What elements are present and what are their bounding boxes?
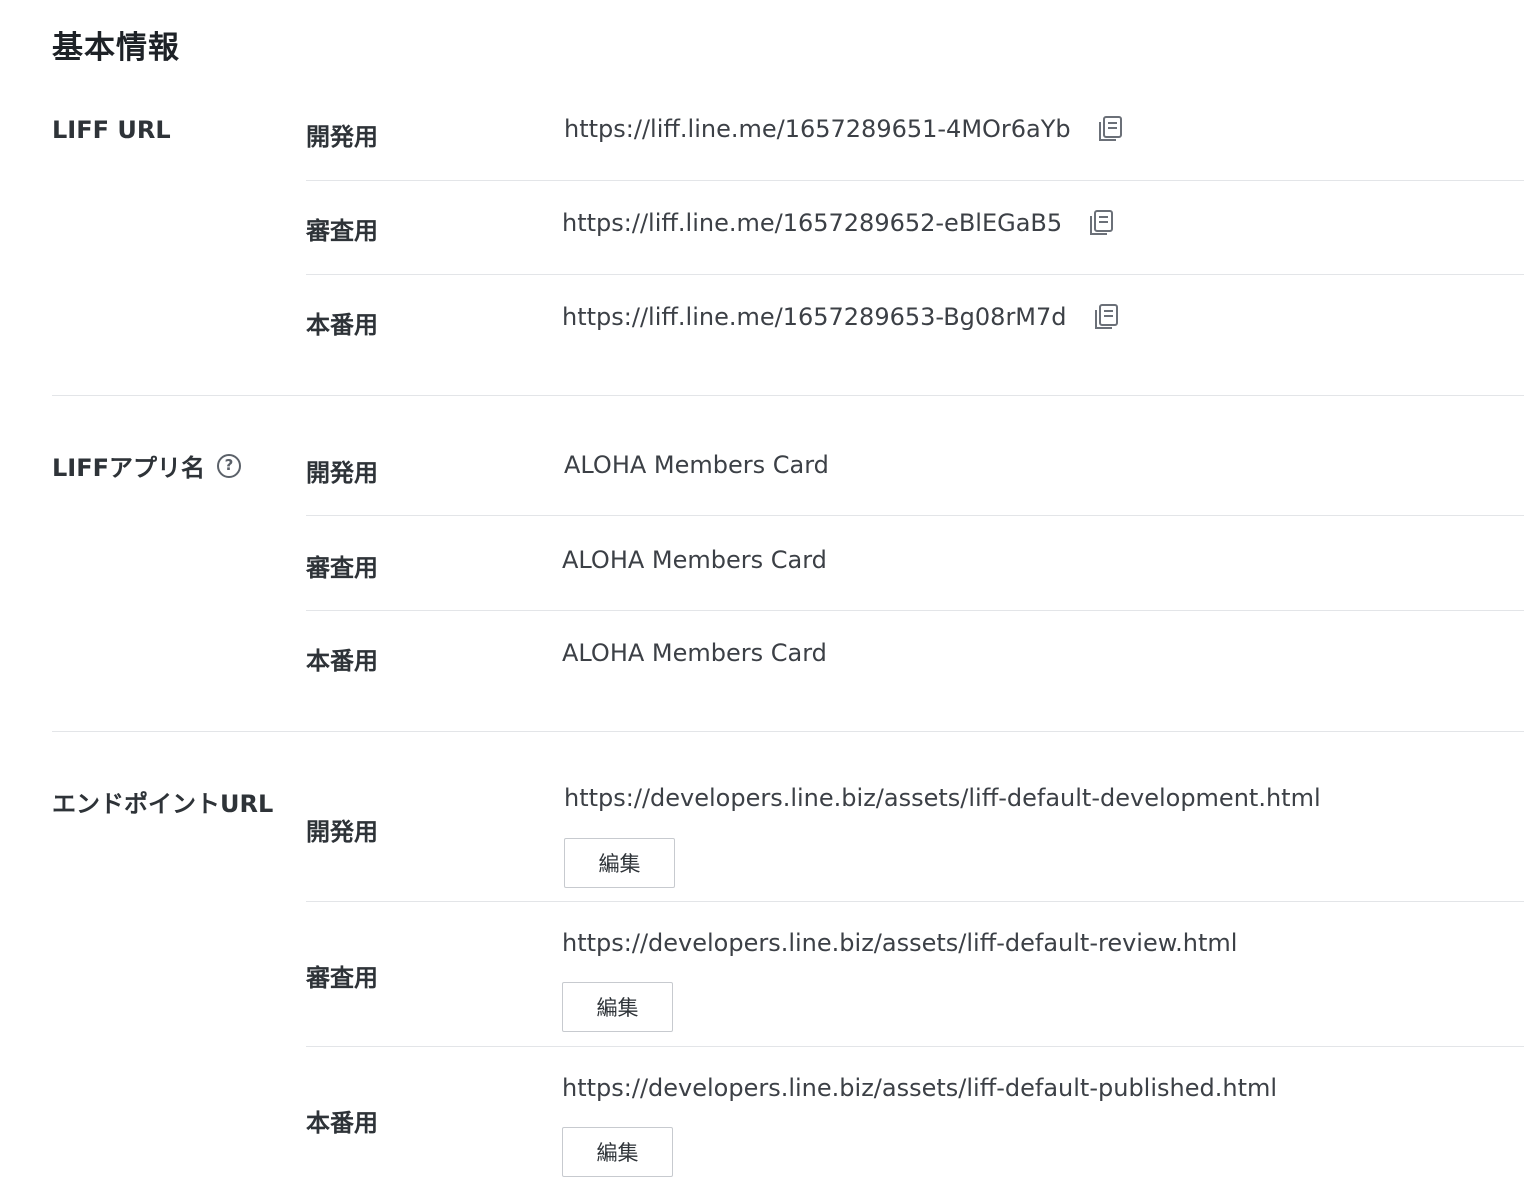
help-icon[interactable]: ? [217, 453, 242, 478]
liff-url-text[interactable]: https://liff.line.me/1657289651-4MOr6aYb [564, 115, 1071, 143]
liff-url-row-development: 開発用 https://liff.line.me/1657289651-4MOr… [306, 90, 1524, 181]
liff-url-value-review: https://liff.line.me/1657289652-eBlEGaB5 [562, 209, 1114, 237]
app-name-value-development: ALOHA Members Card [564, 451, 829, 479]
env-label-development: 開発用 [306, 459, 378, 487]
env-label-review: 審査用 [306, 554, 378, 582]
app-name-value-production: ALOHA Members Card [562, 639, 827, 667]
liff-url-value-development: https://liff.line.me/1657289651-4MOr6aYb [564, 115, 1123, 143]
copy-icon[interactable] [1097, 115, 1123, 143]
app-name-text: ALOHA Members Card [562, 546, 827, 574]
liff-app-name-label-text: LIFFアプリ名 [52, 454, 206, 482]
env-label-review: 審査用 [306, 964, 378, 992]
endpoint-url-text: https://developers.line.biz/assets/liff-… [564, 784, 1321, 812]
edit-button[interactable]: 編集 [562, 982, 673, 1032]
endpoint-row-review: 審査用 https://developers.line.biz/assets/l… [306, 902, 1524, 1047]
app-name-text: ALOHA Members Card [562, 639, 827, 667]
liff-url-text[interactable]: https://liff.line.me/1657289653-Bg08rM7d [562, 303, 1067, 331]
liff-url-text[interactable]: https://liff.line.me/1657289652-eBlEGaB5 [562, 209, 1062, 237]
copy-icon[interactable] [1088, 209, 1114, 237]
endpoint-url-label-text: エンドポイントURL [52, 790, 274, 818]
env-label-development: 開発用 [306, 818, 378, 846]
liff-url-label-text: LIFF URL [52, 116, 171, 144]
liff-url-group: LIFF URL 開発用 https://liff.line.me/165728… [52, 90, 1524, 396]
env-label-review: 審査用 [306, 217, 378, 245]
edit-button[interactable]: 編集 [564, 838, 675, 888]
edit-button[interactable]: 編集 [562, 1127, 673, 1177]
liff-url-label: LIFF URL [52, 116, 171, 144]
env-label-production: 本番用 [306, 311, 378, 339]
endpoint-value-development: https://developers.line.biz/assets/liff-… [564, 784, 1321, 812]
basic-info-page: 基本情報 LIFF URL 開発用 https://liff.line.me/1… [0, 0, 1524, 1202]
liff-app-name-label: LIFFアプリ名 ? [52, 448, 242, 483]
section-title: 基本情報 [52, 30, 180, 66]
liff-url-row-production: 本番用 https://liff.line.me/1657289653-Bg08… [306, 275, 1524, 395]
copy-icon[interactable] [1093, 303, 1119, 331]
liff-app-name-group: LIFFアプリ名 ? 開発用 ALOHA Members Card 審査用 AL… [52, 396, 1524, 732]
endpoint-url-text: https://developers.line.biz/assets/liff-… [562, 929, 1238, 957]
endpoint-url-label: エンドポイントURL [52, 784, 273, 819]
env-label-production: 本番用 [306, 1109, 378, 1137]
endpoint-url-text: https://developers.line.biz/assets/liff-… [562, 1074, 1278, 1102]
endpoint-value-review: https://developers.line.biz/assets/liff-… [562, 929, 1237, 957]
endpoint-value-production: https://developers.line.biz/assets/liff-… [562, 1074, 1277, 1102]
endpoint-row-production: 本番用 https://developers.line.biz/assets/l… [306, 1047, 1524, 1202]
app-name-row-review: 審査用 ALOHA Members Card [306, 516, 1524, 611]
liff-url-row-review: 審査用 https://liff.line.me/1657289652-eBlE… [306, 181, 1524, 275]
endpoint-row-development: 開発用 https://developers.line.biz/assets/l… [306, 732, 1524, 902]
endpoint-url-group: エンドポイントURL 開発用 https://developers.line.b… [52, 732, 1524, 1202]
app-name-text: ALOHA Members Card [564, 451, 829, 479]
app-name-row-production: 本番用 ALOHA Members Card [306, 611, 1524, 731]
app-name-row-development: 開発用 ALOHA Members Card [306, 396, 1524, 516]
env-label-development: 開発用 [306, 123, 378, 151]
app-name-value-review: ALOHA Members Card [562, 546, 827, 574]
liff-url-value-production: https://liff.line.me/1657289653-Bg08rM7d [562, 303, 1119, 331]
env-label-production: 本番用 [306, 647, 378, 675]
